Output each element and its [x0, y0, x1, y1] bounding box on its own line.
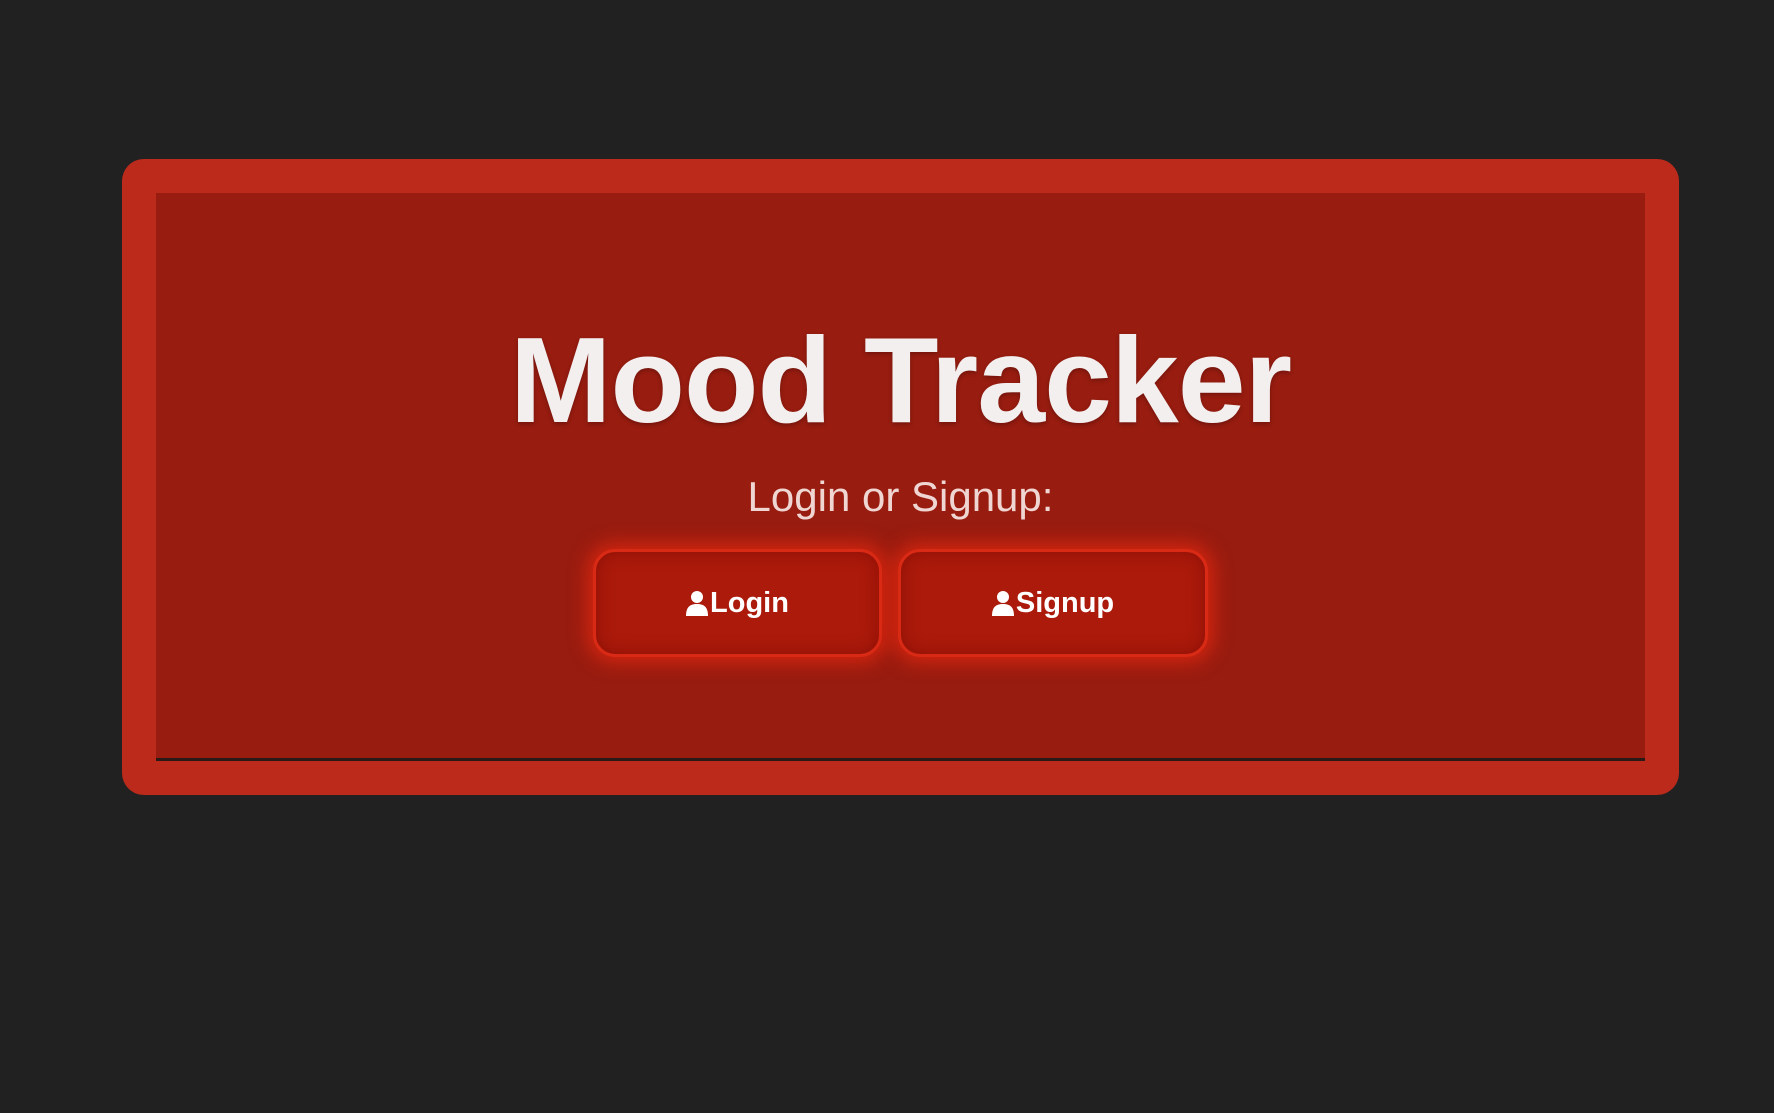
login-button-label: Login: [710, 586, 789, 619]
signup-button[interactable]: Signup: [898, 549, 1208, 657]
user-icon: [991, 590, 1014, 616]
login-button[interactable]: Login: [593, 549, 882, 657]
page-title: Mood Tracker: [509, 312, 1292, 448]
page: Mood Tracker Login or Signup: Login Sign…: [0, 0, 1774, 1113]
user-icon: [686, 590, 709, 616]
signup-button-label: Signup: [1015, 586, 1115, 619]
auth-card: Mood Tracker Login or Signup: Login Sign…: [122, 159, 1679, 795]
page-subtitle: Login or Signup:: [747, 473, 1054, 520]
auth-button-row: Login Signup: [156, 549, 1645, 657]
auth-card-body: Mood Tracker Login or Signup: Login Sign…: [156, 193, 1645, 761]
